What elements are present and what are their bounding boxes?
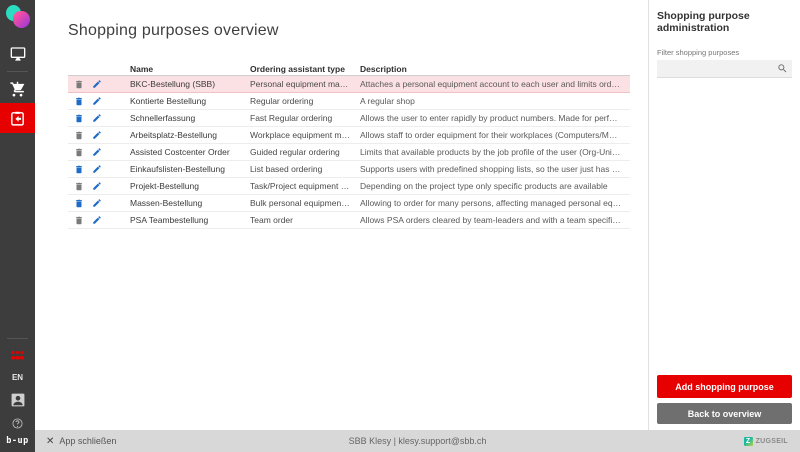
help-button[interactable]: [0, 414, 35, 432]
row-ordering-assistant-type: Personal equipment management: [250, 79, 360, 89]
row-name: PSA Teambestellung: [130, 215, 250, 225]
edit-row-button[interactable]: [91, 147, 102, 158]
row-description: Limits that available products by the jo…: [360, 147, 630, 157]
profile-button[interactable]: [0, 386, 35, 414]
delete-row-button[interactable]: [73, 164, 84, 175]
back-to-overview-button[interactable]: Back to overview: [657, 403, 792, 424]
shopping-purposes-table: Name Ordering assistant type Description…: [68, 62, 630, 229]
delete-row-button[interactable]: [73, 198, 84, 209]
sidebar-divider: [7, 71, 28, 72]
edit-row-button[interactable]: [91, 215, 102, 226]
table-row[interactable]: Schnellerfassung Fast Regular ordering A…: [68, 110, 630, 127]
table-row[interactable]: Massen-Bestellung Bulk personal equipmen…: [68, 195, 630, 212]
row-ordering-assistant-type: Regular ordering: [250, 96, 360, 106]
row-description: Depending on the project type only speci…: [360, 181, 630, 191]
edit-row-button[interactable]: [91, 181, 102, 192]
close-app-label: App schließen: [59, 436, 116, 446]
table-row[interactable]: BKC-Bestellung (SBB) Personal equipment …: [68, 76, 630, 93]
row-ordering-assistant-type: Fast Regular ordering: [250, 113, 360, 123]
group-people-icon: [10, 350, 25, 362]
row-description: Attaches a personal equipment account to…: [360, 79, 630, 89]
bup-logo: b-up: [6, 436, 28, 446]
table-row[interactable]: Einkaufslisten-Bestellung List based ord…: [68, 161, 630, 178]
edit-row-button[interactable]: [91, 198, 102, 209]
footer-bar: ✕ App schließen SBB Klesy | klesy.suppor…: [35, 430, 800, 452]
cart-plus-icon: [9, 81, 26, 98]
edit-row-button[interactable]: [91, 96, 102, 107]
row-name: Arbeitsplatz-Bestellung: [130, 130, 250, 140]
devices-nav-button[interactable]: [0, 40, 35, 68]
table-body: BKC-Bestellung (SBB) Personal equipment …: [68, 76, 630, 229]
close-app-button[interactable]: ✕ App schließen: [46, 436, 116, 447]
column-header-type: Ordering assistant type: [250, 64, 360, 74]
group-button[interactable]: [0, 342, 35, 370]
filter-label: Filter shopping purposes: [657, 48, 792, 57]
search-icon[interactable]: [777, 63, 788, 74]
row-ordering-assistant-type: List based ordering: [250, 164, 360, 174]
row-name: Projekt-Bestellung: [130, 181, 250, 191]
user-info: SBB Klesy | klesy.support@sbb.ch: [35, 436, 800, 446]
table-row[interactable]: PSA Teambestellung Team order Allows PSA…: [68, 212, 630, 229]
row-name: Schnellerfassung: [130, 113, 250, 123]
admin-panel: Shopping purpose administration Filter s…: [648, 0, 800, 430]
row-ordering-assistant-type: Guided regular ordering: [250, 147, 360, 157]
table-row[interactable]: Kontierte Bestellung Regular ordering A …: [68, 93, 630, 110]
edit-row-button[interactable]: [91, 164, 102, 175]
row-description: Allows the user to enter rapidly by prod…: [360, 113, 630, 123]
main-content: Shopping purposes overview Name Ordering…: [35, 0, 648, 430]
row-name: Einkaufslisten-Bestellung: [130, 164, 250, 174]
row-name: BKC-Bestellung (SBB): [130, 79, 250, 89]
language-selector[interactable]: EN: [12, 373, 23, 382]
column-header-name: Name: [130, 64, 250, 74]
row-ordering-assistant-type: Workplace equipment management: [250, 130, 360, 140]
table-row[interactable]: Assisted Costcenter Order Guided regular…: [68, 144, 630, 161]
filter-shopping-purposes-input[interactable]: [657, 64, 777, 74]
row-name: Assisted Costcenter Order: [130, 147, 250, 157]
shopping-purposes-nav-button[interactable]: [0, 103, 35, 133]
table-row[interactable]: Arbeitsplatz-Bestellung Workplace equipm…: [68, 127, 630, 144]
row-ordering-assistant-type: Bulk personal equipment ordering: [250, 198, 360, 208]
help-icon: [12, 418, 23, 429]
app-sidebar: EN b-up: [0, 0, 35, 452]
zugseil-z-icon: Z: [744, 437, 753, 446]
sidebar-divider: [7, 338, 28, 339]
row-description: Allowing to order for many persons, affe…: [360, 198, 630, 208]
clipboard-return-icon: [9, 110, 26, 127]
zugseil-label: ZUGSEIL: [756, 438, 788, 445]
row-name: Kontierte Bestellung: [130, 96, 250, 106]
column-header-description: Description: [360, 64, 630, 74]
table-header-row: Name Ordering assistant type Description: [68, 62, 630, 76]
add-to-cart-nav-button[interactable]: [0, 75, 35, 103]
table-row[interactable]: Projekt-Bestellung Task/Project equipmen…: [68, 178, 630, 195]
row-name: Massen-Bestellung: [130, 198, 250, 208]
row-description: Allows staff to order equipment for thei…: [360, 130, 630, 140]
edit-row-button[interactable]: [91, 113, 102, 124]
filter-input-wrapper: [657, 60, 792, 78]
zugseil-logo: Z ZUGSEIL: [744, 437, 788, 446]
row-ordering-assistant-type: Team order: [250, 215, 360, 225]
row-ordering-assistant-type: Task/Project equipment management: [250, 181, 360, 191]
delete-row-button[interactable]: [73, 130, 84, 141]
delete-row-button[interactable]: [73, 181, 84, 192]
close-icon: ✕: [46, 436, 54, 447]
user-portrait-icon: [11, 393, 25, 407]
delete-row-button[interactable]: [73, 113, 84, 124]
delete-row-button[interactable]: [73, 96, 84, 107]
row-description: Allows PSA orders cleared by team-leader…: [360, 215, 630, 225]
add-shopping-purpose-button[interactable]: Add shopping purpose: [657, 375, 792, 398]
row-description: Supports users with predefined shopping …: [360, 164, 630, 174]
page-title: Shopping purposes overview: [68, 22, 648, 40]
row-description: A regular shop: [360, 96, 630, 106]
edit-row-button[interactable]: [91, 130, 102, 141]
delete-row-button[interactable]: [73, 147, 84, 158]
delete-row-button[interactable]: [73, 79, 84, 90]
edit-row-button[interactable]: [91, 79, 102, 90]
delete-row-button[interactable]: [73, 215, 84, 226]
monitor-icon: [10, 46, 26, 62]
panel-title: Shopping purpose administration: [657, 10, 792, 34]
app-logo-icon: [5, 4, 31, 30]
